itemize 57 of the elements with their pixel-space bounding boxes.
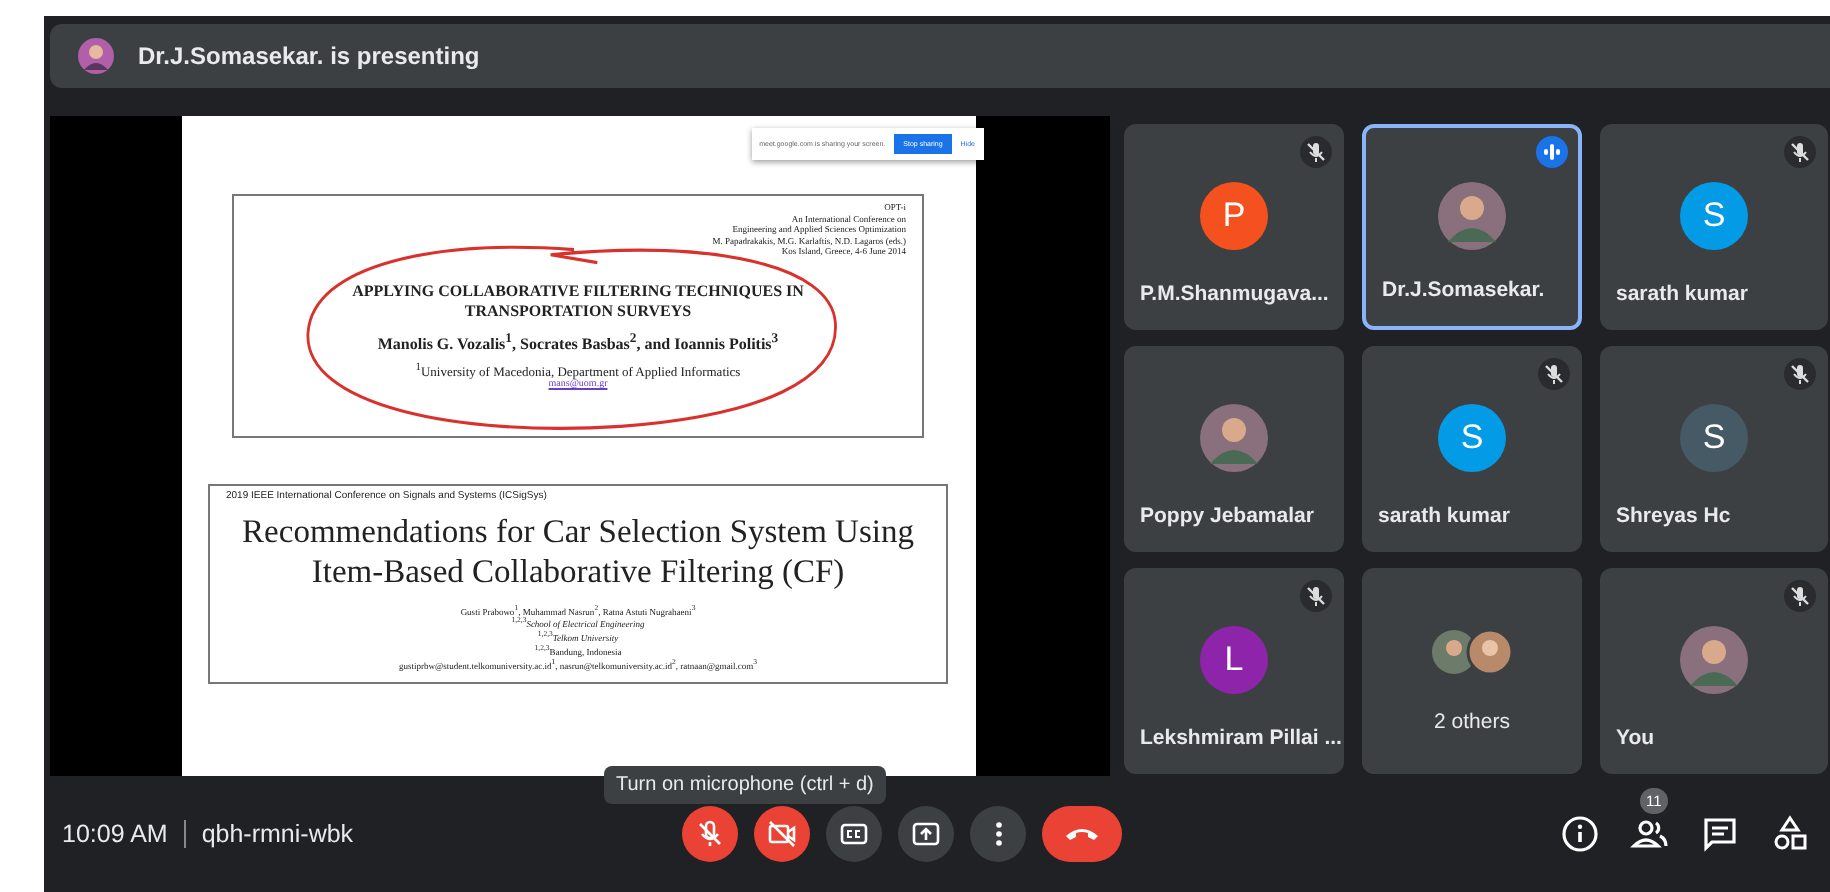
participant-name: You — [1614, 726, 1657, 754]
speaking-indicator-icon — [1536, 136, 1568, 168]
participant-tile[interactable]: Poppy Jebamalar — [1124, 346, 1344, 552]
captions-button[interactable] — [826, 806, 882, 862]
presenter-text: Dr.J.Somasekar. is presenting — [138, 42, 480, 70]
avatar-letter: P — [1200, 181, 1268, 249]
group-avatars-icon — [1430, 627, 1514, 675]
more-icon — [995, 822, 1001, 846]
participant-name: sarath kumar — [1376, 504, 1512, 532]
present-screen-icon — [910, 818, 942, 850]
participant-tile[interactable]: Dr.J.Somasekar. — [1362, 124, 1582, 330]
participant-tile[interactable]: P P.M.Shanmugava... — [1124, 124, 1344, 330]
participant-tile[interactable]: S sarath kumar — [1362, 346, 1582, 552]
microphone-off-icon — [1300, 580, 1332, 612]
participant-tile[interactable]: 2 others — [1362, 568, 1582, 774]
participant-name: Shreyas Hc — [1614, 504, 1733, 532]
microphone-off-icon — [1784, 358, 1816, 390]
activities-icon[interactable] — [1770, 814, 1810, 854]
paper-title: APPLYING COLLABORATIVE FILTERING TECHNIQUES IN TRANSPORTATION SURVEYS — [350, 281, 806, 321]
participant-name: Dr.J.Somasekar. — [1380, 278, 1547, 306]
microphone-button[interactable] — [682, 806, 738, 862]
camera-button[interactable] — [754, 806, 810, 862]
participant-tile[interactable]: You — [1600, 568, 1828, 774]
tooltip: Turn on microphone (ctrl + d) — [604, 766, 886, 804]
avatar-letter: S — [1680, 403, 1748, 471]
participant-tile[interactable]: S sarath kumar — [1600, 124, 1828, 330]
microphone-off-icon — [1784, 136, 1816, 168]
more-options-button[interactable] — [970, 806, 1026, 862]
paper-authors: Manolis G. Vozalis$^{1}$, Socrates Basbas$^{2}$, and Ioannis Politis$^{3}$ — [377, 331, 779, 353]
captions-icon — [838, 818, 870, 850]
microphone-off-icon — [1300, 136, 1332, 168]
microphone-off-icon — [1784, 580, 1816, 612]
participant-name: P.M.Shanmugava... — [1138, 282, 1331, 310]
participant-name: Lekshmiram Pillai ... — [1138, 726, 1344, 754]
camera-off-icon — [766, 818, 798, 850]
participant-name: sarath kumar — [1614, 282, 1750, 310]
info-icon[interactable] — [1560, 814, 1600, 854]
participant-tile[interactable]: L Lekshmiram Pillai ... — [1124, 568, 1344, 774]
avatar-letter: S — [1438, 403, 1506, 471]
participant-name: 2 others — [1434, 710, 1510, 738]
paper-title: Recommendations for Car Selection System Using Item-Based Collaborative Filtering (CF) — [240, 511, 916, 591]
microphone-off-icon — [694, 818, 726, 850]
avatar-letter: L — [1200, 625, 1268, 693]
present-button[interactable] — [898, 806, 954, 862]
chat-icon[interactable] — [1700, 814, 1740, 854]
avatar-photo-icon — [1680, 625, 1748, 693]
avatar-letter: S — [1680, 181, 1748, 249]
avatar-photo-icon — [1200, 403, 1268, 471]
participant-tile[interactable]: S Shreyas Hc — [1600, 346, 1828, 552]
participant-name: Poppy Jebamalar — [1138, 504, 1316, 532]
clock-time: 10:09 AM — [62, 820, 168, 848]
avatar-icon — [78, 38, 114, 74]
leave-call-button[interactable] — [1042, 806, 1122, 862]
avatar-photo-icon — [1438, 181, 1506, 249]
meeting-code: qbh-rmni-wbk — [201, 820, 354, 848]
microphone-off-icon — [1538, 358, 1570, 390]
people-icon[interactable] — [1630, 814, 1670, 854]
